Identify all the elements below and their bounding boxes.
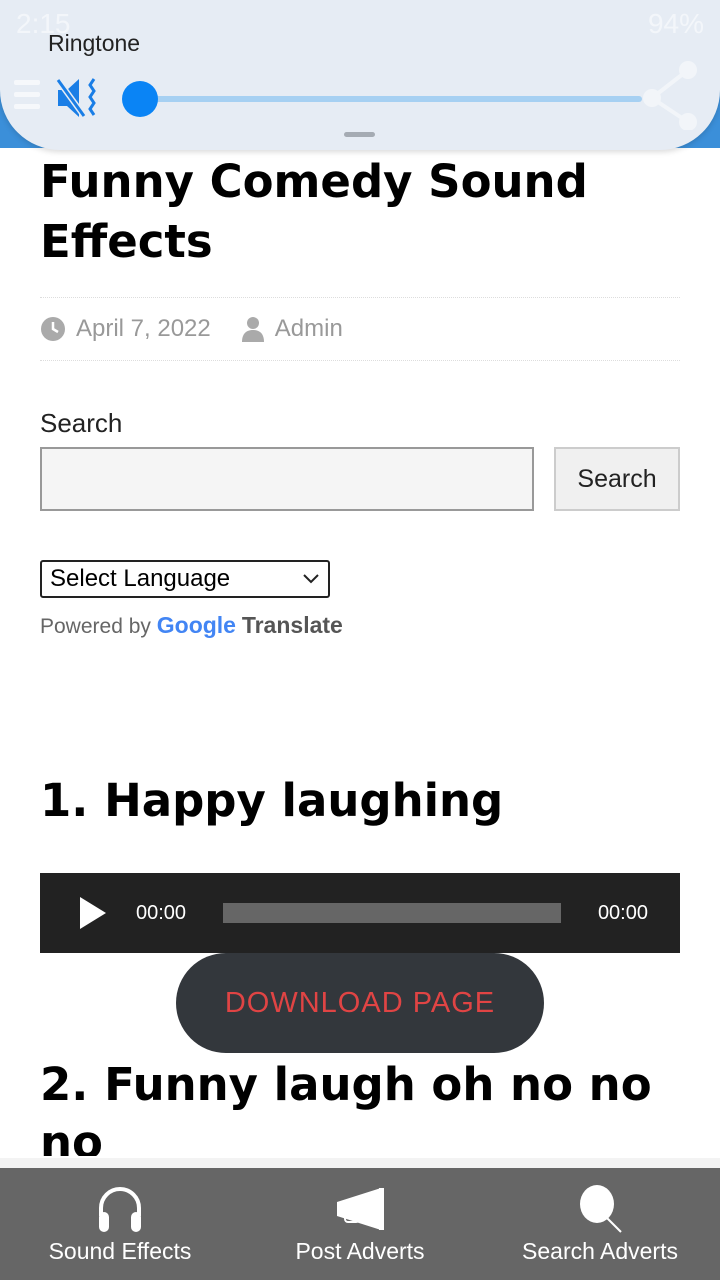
clock-icon [41,317,65,341]
bottom-nav: Sound Effects Post Adverts Search Advert… [0,1158,720,1280]
nav-label: Sound Effects [48,1238,192,1264]
headphones-icon [99,1187,141,1232]
post-date[interactable]: April 7, 2022 [76,315,211,343]
nav-sound-effects[interactable]: Sound Effects [0,1168,240,1280]
megaphone-icon [337,1188,384,1230]
battery-status: 94% [647,8,704,39]
nav-post-adverts[interactable]: Post Adverts [240,1168,480,1280]
volume-panel: 2:15 94% Ringtone [0,0,720,150]
vibrate-mute-icon[interactable] [56,76,104,120]
nav-label: Post Adverts [295,1238,425,1264]
download-page-button[interactable]: DOWNLOAD PAGE [176,953,544,1053]
nav-label: Search Adverts [522,1238,678,1264]
user-icon [241,317,264,342]
volume-slider-track[interactable] [140,96,642,102]
page-title: Funny Comedy Sound Effects [40,155,588,268]
translate-link[interactable]: Translate [242,612,343,638]
powered-by-text: Powered by [40,615,151,638]
audio-player: 00:00 00:00 [40,873,680,953]
language-select-value: Select Language [50,565,231,592]
nav-search-adverts[interactable]: Search Adverts [480,1168,720,1280]
share-icon[interactable] [640,60,700,130]
section-title: 2. Funny laugh oh no no no [40,1058,652,1156]
chevron-down-icon [303,574,319,584]
search-button[interactable]: Search [554,447,680,511]
google-logo[interactable]: Google [157,612,236,638]
panel-drag-handle[interactable] [344,132,375,137]
play-icon[interactable] [80,897,106,929]
audio-current-time: 00:00 [136,902,187,924]
post-author[interactable]: Admin [275,315,343,343]
search-input[interactable] [40,447,534,511]
language-select[interactable]: Select Language [40,560,330,598]
google-translate-credit: Powered by Google Translate [40,612,343,639]
audio-seek-bar[interactable] [223,903,561,923]
search-label: Search [40,408,123,438]
post-meta: April 7, 2022 Admin [40,297,680,361]
section-title: 1. Happy laughing [40,774,504,827]
volume-slider-thumb[interactable] [122,81,158,117]
menu-icon[interactable] [14,80,40,112]
search-icon [580,1185,622,1233]
audio-duration: 00:00 [597,902,648,924]
volume-label: Ringtone [48,30,141,56]
